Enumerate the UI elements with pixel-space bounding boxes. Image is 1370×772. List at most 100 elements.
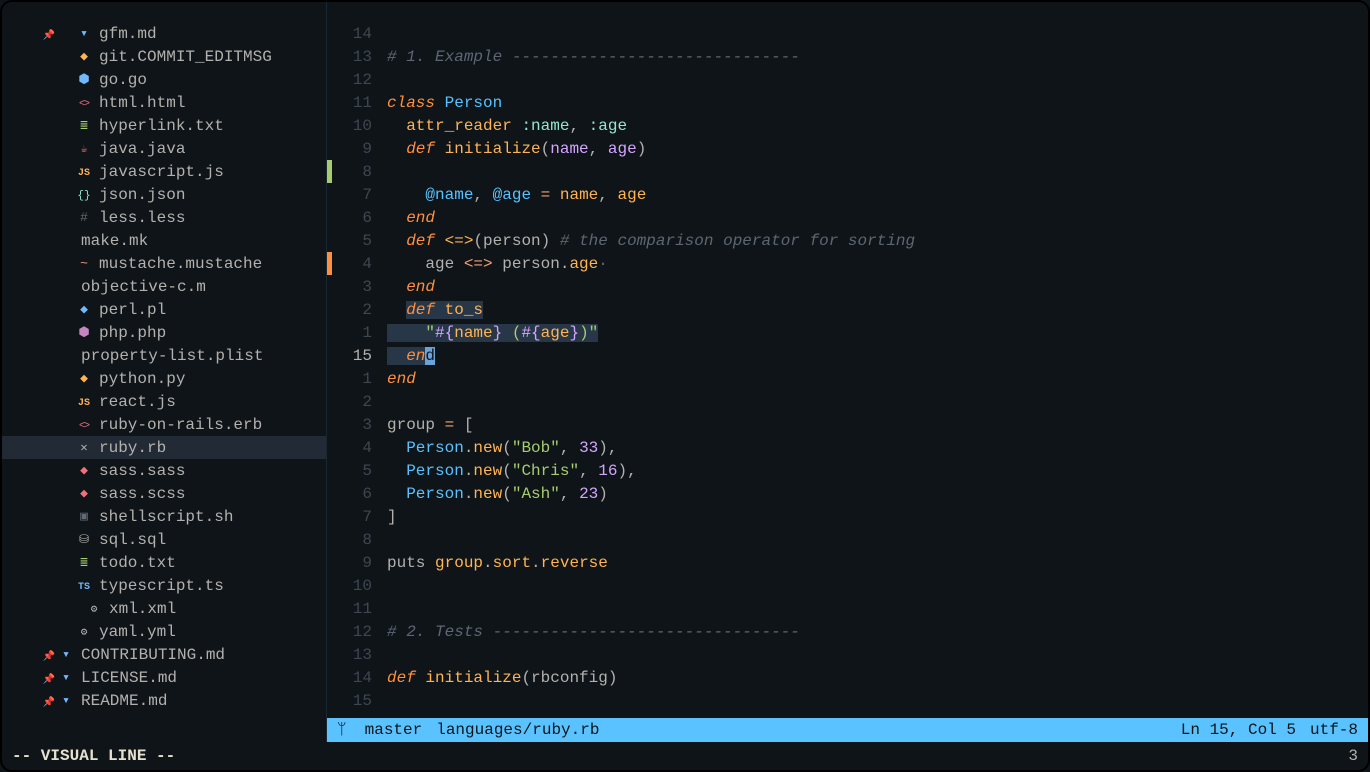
file-tree[interactable]: gfm.mdgit.COMMIT_EDITMSG go.go html.htmlhy… xyxy=(2,2,327,742)
file-tree-item[interactable]: hyperlink.txt xyxy=(2,114,326,137)
yaml-icon xyxy=(77,624,91,639)
file-tree-item[interactable]: property-list.plist xyxy=(2,344,326,367)
line-number: 13 xyxy=(327,646,382,664)
pin-icon xyxy=(42,646,56,664)
line-number: 5 xyxy=(327,232,382,250)
file-tree-item[interactable]: CONTRIBUTING.md xyxy=(2,643,326,666)
line-number: 14 xyxy=(327,25,382,43)
file-name-label: java.java xyxy=(99,140,185,158)
file-name-label: sass.sass xyxy=(99,462,185,480)
md-icon xyxy=(59,693,73,708)
code-line[interactable]: 9puts group.sort.reverse xyxy=(327,551,1368,574)
file-tree-item[interactable]: todo.txt xyxy=(2,551,326,574)
code-line[interactable]: 10 attr_reader :name, :age xyxy=(327,114,1368,137)
git-icon xyxy=(77,49,91,64)
file-tree-item[interactable]: sass.scss xyxy=(2,482,326,505)
line-number: 1 xyxy=(327,324,382,342)
code-line[interactable]: 8 xyxy=(327,528,1368,551)
file-tree-item[interactable]: objective-c.m xyxy=(2,275,326,298)
file-tree-item[interactable]: javascript.js xyxy=(2,160,326,183)
file-name-label: less.less xyxy=(99,209,185,227)
code-line[interactable]: 13# 1. Example -------------------------… xyxy=(327,45,1368,68)
file-tree-item[interactable]: php.php xyxy=(2,321,326,344)
file-tree-item[interactable]: typescript.ts xyxy=(2,574,326,597)
code-line[interactable]: 2 xyxy=(327,390,1368,413)
java-icon xyxy=(77,141,91,156)
code-line[interactable]: 6 end xyxy=(327,206,1368,229)
code-line[interactable]: 7 @name, @age = name, age xyxy=(327,183,1368,206)
code-line[interactable]: 13 xyxy=(327,643,1368,666)
code-editor[interactable]: 1413# 1. Example -----------------------… xyxy=(327,2,1368,718)
code-line[interactable]: 12 xyxy=(327,68,1368,91)
txt-icon xyxy=(77,555,91,570)
code-line[interactable]: 11class Person xyxy=(327,91,1368,114)
code-line[interactable]: 1end xyxy=(327,367,1368,390)
sass-icon xyxy=(77,463,91,478)
code-line[interactable]: 14 xyxy=(327,22,1368,45)
file-tree-item[interactable]: python.py xyxy=(2,367,326,390)
file-tree-item[interactable]: ruby.rb xyxy=(2,436,326,459)
vim-commandline[interactable]: -- VISUAL LINE -- 3 xyxy=(2,742,1368,770)
line-number: 6 xyxy=(327,209,382,227)
line-number: 4 xyxy=(327,439,382,457)
code-line[interactable]: 5 Person.new("Chris", 16), xyxy=(327,459,1368,482)
code-text: def <=>(person) # the comparison operato… xyxy=(382,232,915,250)
code-line[interactable]: 1 "#{name} (#{age})" xyxy=(327,321,1368,344)
line-number: 3 xyxy=(327,416,382,434)
file-tree-item[interactable]: ruby-on-rails.erb xyxy=(2,413,326,436)
code-line[interactable]: 9 def initialize(name, age) xyxy=(327,137,1368,160)
file-tree-item[interactable]: html.html xyxy=(2,91,326,114)
file-tree-item[interactable]: less.less xyxy=(2,206,326,229)
file-tree-item[interactable]: LICENSE.md xyxy=(2,666,326,689)
file-tree-item[interactable]: sass.sass xyxy=(2,459,326,482)
file-tree-item[interactable]: json.json xyxy=(2,183,326,206)
code-line[interactable]: 7] xyxy=(327,505,1368,528)
file-name-label: sass.scss xyxy=(99,485,185,503)
line-number: 2 xyxy=(327,301,382,319)
code-line[interactable]: 3 end xyxy=(327,275,1368,298)
file-tree-item[interactable]: go.go xyxy=(2,68,326,91)
code-line[interactable]: 15 end xyxy=(327,344,1368,367)
line-number: 1 xyxy=(327,370,382,388)
file-tree-item[interactable]: README.md xyxy=(2,689,326,712)
file-tree-item[interactable]: perl.pl xyxy=(2,298,326,321)
file-tree-item[interactable]: shellscript.sh xyxy=(2,505,326,528)
file-tree-item[interactable]: yaml.yml xyxy=(2,620,326,643)
close-icon xyxy=(77,440,91,455)
line-number: 10 xyxy=(327,577,382,595)
code-line[interactable]: 8 xyxy=(327,160,1368,183)
file-name-label: json.json xyxy=(99,186,185,204)
code-line[interactable]: 4 age <=> person.age· xyxy=(327,252,1368,275)
code-text: end xyxy=(382,370,416,388)
file-tree-item[interactable]: react.js xyxy=(2,390,326,413)
file-tree-item[interactable]: xml.xml xyxy=(2,597,326,620)
line-number: 15 xyxy=(327,347,382,365)
file-tree-item[interactable]: mustache.mustache xyxy=(2,252,326,275)
line-number: 8 xyxy=(327,163,382,181)
code-line[interactable]: 5 def <=>(person) # the comparison opera… xyxy=(327,229,1368,252)
code-line[interactable]: 14def initialize(rbconfig) xyxy=(327,666,1368,689)
file-name-label: go.go xyxy=(99,71,147,89)
pin-icon xyxy=(42,692,56,710)
html-icon xyxy=(77,95,91,110)
file-name-label: mustache.mustache xyxy=(99,255,262,273)
code-text: Person.new("Ash", 23) xyxy=(382,485,608,503)
code-line[interactable]: 4 Person.new("Bob", 33), xyxy=(327,436,1368,459)
code-text: def initialize(rbconfig) xyxy=(382,669,617,687)
file-tree-item[interactable]: gfm.md xyxy=(2,22,326,45)
code-text: Person.new("Bob", 33), xyxy=(382,439,617,457)
code-line[interactable]: 11 xyxy=(327,597,1368,620)
file-tree-item[interactable]: git.COMMIT_EDITMSG xyxy=(2,45,326,68)
code-line[interactable]: 15 xyxy=(327,689,1368,712)
line-number: 12 xyxy=(327,71,382,89)
file-tree-item[interactable]: java.java xyxy=(2,137,326,160)
code-line[interactable]: 6 Person.new("Ash", 23) xyxy=(327,482,1368,505)
line-number: 9 xyxy=(327,140,382,158)
code-line[interactable]: 3group = [ xyxy=(327,413,1368,436)
code-line[interactable]: 12# 2. Tests ---------------------------… xyxy=(327,620,1368,643)
code-line[interactable]: 10 xyxy=(327,574,1368,597)
file-tree-item[interactable]: sql.sql xyxy=(2,528,326,551)
code-line[interactable]: 2 def to_s xyxy=(327,298,1368,321)
file-name-label: property-list.plist xyxy=(81,347,263,365)
file-tree-item[interactable]: make.mk xyxy=(2,229,326,252)
